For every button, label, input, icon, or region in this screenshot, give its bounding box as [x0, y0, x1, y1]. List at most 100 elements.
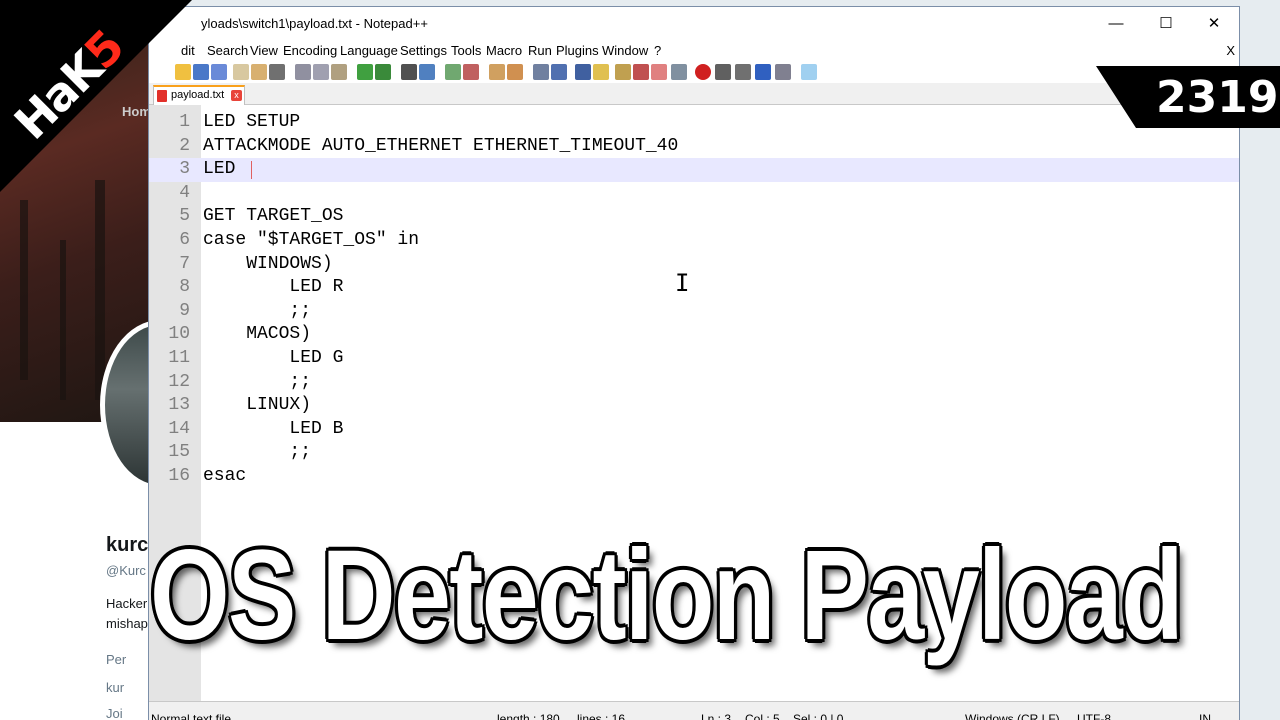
editor-line[interactable]: 7 WINDOWS) [149, 253, 1239, 277]
text-cursor-icon: I [675, 269, 690, 297]
save-macro-icon[interactable] [775, 64, 791, 80]
code-text[interactable]: ATTACKMODE AUTO_ETHERNET ETHERNET_TIMEOU… [203, 135, 678, 159]
editor-line[interactable]: 14 LED B [149, 418, 1239, 442]
code-text[interactable]: esac [203, 465, 246, 489]
folder-as-workspace-icon[interactable] [593, 64, 609, 80]
stop-macro-icon[interactable] [715, 64, 731, 80]
menu-encoding[interactable]: Encoding [283, 43, 337, 58]
save-all-icon[interactable] [211, 64, 227, 80]
code-text[interactable]: GET TARGET_OS [203, 205, 343, 229]
profile-joined: Joi [106, 706, 123, 720]
close-all-icon[interactable] [251, 64, 267, 80]
play-macro-icon[interactable] [735, 64, 751, 80]
status-insert-mode: IN [1199, 712, 1211, 720]
code-text[interactable]: LED SETUP [203, 111, 300, 135]
show-all-chars-icon[interactable] [551, 64, 567, 80]
line-number: 10 [168, 324, 190, 345]
spell-check-icon[interactable] [801, 64, 817, 80]
menu-plugins[interactable]: Plugins [556, 43, 599, 58]
code-text[interactable]: LED [203, 158, 246, 182]
line-number: 14 [168, 418, 190, 439]
code-text[interactable]: ;; [203, 300, 311, 324]
undo-icon[interactable] [357, 64, 373, 80]
video-title: OS Detection Payload [150, 524, 1184, 667]
editor-line[interactable]: 9 ;; [149, 300, 1239, 324]
status-line: Ln : 3 [701, 712, 732, 720]
find-icon[interactable] [401, 64, 417, 80]
line-number: 12 [168, 371, 190, 392]
status-column: Col : 5 [745, 712, 780, 720]
paste-icon[interactable] [331, 64, 347, 80]
close-document-button[interactable]: X [1226, 43, 1235, 58]
editor-line[interactable]: 3 LED [149, 158, 1239, 182]
editor-line[interactable]: 10 MACOS) [149, 323, 1239, 347]
code-text[interactable]: LED R [203, 276, 343, 300]
profile-name: kurc [106, 534, 149, 556]
editor-line[interactable]: 12 ;; [149, 371, 1239, 395]
profile-handle: @Kurc [106, 563, 146, 578]
menu-view[interactable]: View [250, 43, 278, 58]
text-caret [251, 161, 252, 180]
editor-line[interactable]: 4 [149, 182, 1239, 206]
indent-guide-icon[interactable] [575, 64, 591, 80]
word-wrap-icon[interactable] [533, 64, 549, 80]
redo-icon[interactable] [375, 64, 391, 80]
menu-help[interactable]: ? [654, 43, 661, 58]
sync-horizontal-icon[interactable] [507, 64, 523, 80]
function-list-icon[interactable] [633, 64, 649, 80]
menu-tools[interactable]: Tools [451, 43, 481, 58]
cut-icon[interactable] [295, 64, 311, 80]
editor-line[interactable]: 15 ;; [149, 441, 1239, 465]
editor-line[interactable]: 16 esac [149, 465, 1239, 489]
close-tab-icon[interactable]: x [231, 90, 242, 101]
copy-icon[interactable] [313, 64, 329, 80]
line-number: 13 [168, 395, 190, 416]
code-text[interactable]: ;; [203, 371, 311, 395]
code-text[interactable]: LED B [203, 418, 343, 442]
zoom-out-icon[interactable] [463, 64, 479, 80]
editor-line[interactable]: 11 LED G [149, 347, 1239, 371]
line-number: 5 [179, 206, 190, 227]
code-text[interactable]: LINUX) [203, 394, 311, 418]
code-text[interactable]: LED G [203, 347, 343, 371]
editor-line[interactable]: 5 GET TARGET_OS [149, 205, 1239, 229]
close-window-button[interactable]: ✕ [1199, 13, 1229, 35]
code-text[interactable]: WINDOWS) [203, 253, 332, 277]
menu-settings[interactable]: Settings [400, 43, 447, 58]
code-text[interactable]: MACOS) [203, 323, 311, 347]
code-text[interactable]: case "$TARGET_OS" in [203, 229, 419, 253]
close-file-icon[interactable] [233, 64, 249, 80]
editor-line[interactable]: 13 LINUX) [149, 394, 1239, 418]
episode-number: 2319 [1156, 72, 1279, 123]
doc-map-icon[interactable] [615, 64, 631, 80]
editor-line[interactable]: 8 LED R [149, 276, 1239, 300]
sync-vertical-icon[interactable] [489, 64, 505, 80]
editor-line[interactable]: 2 ATTACKMODE AUTO_ETHERNET ETHERNET_TIMEO… [149, 135, 1239, 159]
code-text[interactable]: ;; [203, 441, 311, 465]
menu-run[interactable]: Run [528, 43, 552, 58]
line-number: 7 [179, 253, 190, 274]
menu-search[interactable]: Search [207, 43, 248, 58]
editor-line[interactable]: 6 case "$TARGET_OS" in [149, 229, 1239, 253]
menu-macro[interactable]: Macro [486, 43, 522, 58]
profile-bio-line2: mishap [106, 616, 148, 631]
menu-window[interactable]: Window [602, 43, 648, 58]
status-length: length : 180 [497, 712, 560, 720]
folder-icon[interactable] [651, 64, 667, 80]
status-selection: Sel : 0 | 0 [793, 712, 844, 720]
replace-icon[interactable] [419, 64, 435, 80]
maximize-button[interactable]: ☐ [1151, 13, 1181, 35]
line-number: 6 [179, 230, 190, 250]
print-icon[interactable] [269, 64, 285, 80]
profile-link[interactable]: kur [106, 680, 150, 695]
play-multiple-icon[interactable] [755, 64, 771, 80]
zoom-in-icon[interactable] [445, 64, 461, 80]
editor-line[interactable]: 1 LED SETUP [149, 111, 1239, 135]
menu-language[interactable]: Language [340, 43, 398, 58]
profile-bio-line1: Hacker [106, 596, 148, 611]
title-bar[interactable]: yloads\switch1\payload.txt - Notepad++ —… [149, 7, 1239, 39]
monitoring-icon[interactable] [671, 64, 687, 80]
record-macro-icon[interactable] [695, 64, 711, 80]
minimize-button[interactable]: — [1101, 13, 1131, 35]
status-bar: Normal text file length : 180 lines : 16… [149, 701, 1239, 720]
